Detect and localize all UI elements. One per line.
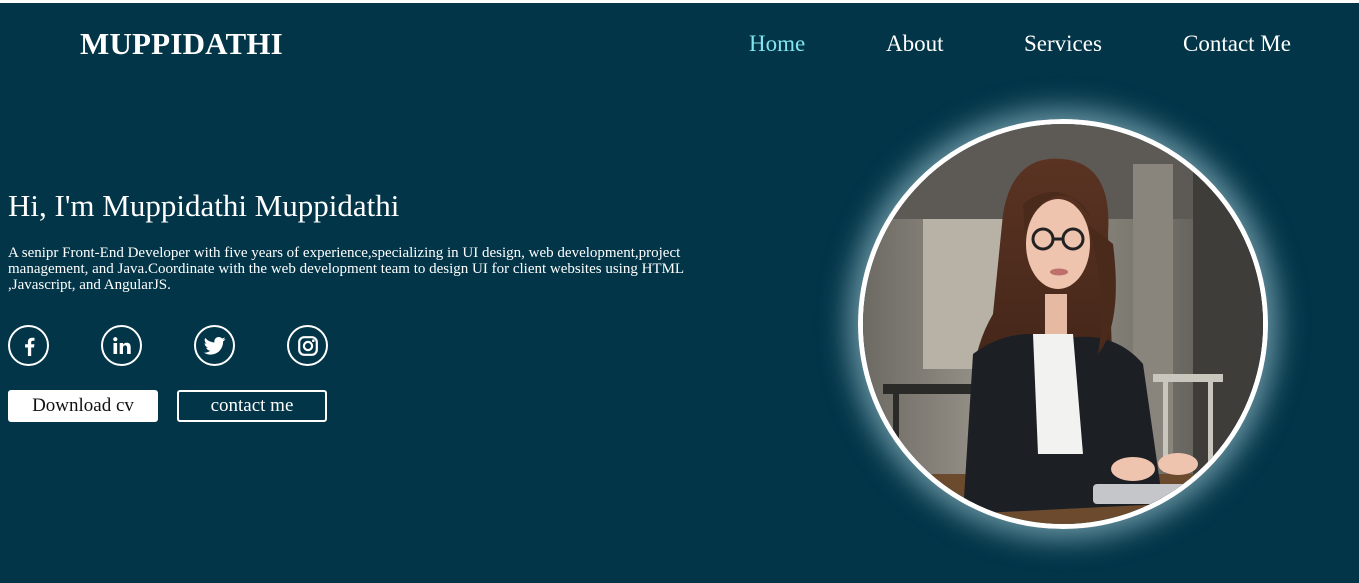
hero-title: Hi, I'm Muppidathi Muppidathi — [8, 188, 400, 223]
facebook-link[interactable] — [8, 325, 49, 366]
nav-item-about[interactable]: About — [886, 29, 944, 59]
download-cv-button[interactable]: Download cv — [8, 390, 158, 422]
contact-me-button[interactable]: contact me — [177, 390, 327, 422]
twitter-icon — [203, 336, 226, 355]
site-logo[interactable]: MUPPIDATHI — [80, 26, 283, 62]
facebook-icon — [24, 337, 34, 356]
nav-item-services[interactable]: Services — [1024, 29, 1102, 59]
nav-item-home[interactable]: Home — [749, 29, 805, 59]
linkedin-icon — [112, 336, 131, 354]
page: MUPPIDATHI Home About Services Contact M… — [0, 3, 1359, 583]
profile-photo-image — [863, 124, 1263, 524]
profile-photo — [858, 119, 1268, 529]
hero-description: A senipr Front-End Developer with five y… — [8, 245, 684, 293]
nav-item-contact-me[interactable]: Contact Me — [1183, 29, 1291, 59]
instagram-icon — [297, 335, 318, 356]
twitter-link[interactable] — [194, 325, 235, 366]
instagram-link[interactable] — [287, 325, 328, 366]
linkedin-link[interactable] — [101, 325, 142, 366]
